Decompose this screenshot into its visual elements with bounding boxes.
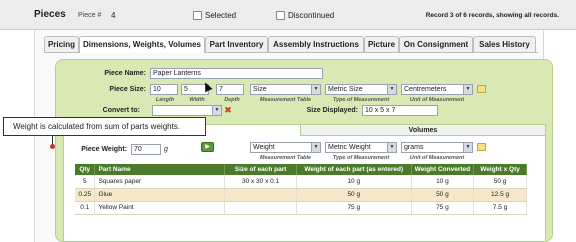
weight-tooltip: Weight is calculated from sum of parts w… [3, 117, 206, 136]
unit-of-measurement-caption: Unit of Measurement [409, 97, 465, 103]
chevron-down-icon: ▼ [387, 143, 396, 152]
weight-type-select[interactable]: Metric Weight ▼ [325, 142, 397, 153]
unit-of-measurement-select[interactable]: Centremeters ▼ [401, 84, 473, 95]
chevron-down-icon: ▼ [311, 85, 320, 94]
piece-name-label: Piece Name: [104, 70, 146, 77]
clear-icon[interactable]: ✖ [224, 106, 232, 115]
weight-unit-select[interactable]: grams ▼ [401, 142, 473, 153]
measurement-table-select[interactable]: Size ▼ [250, 84, 321, 95]
qty-cell: 5 [75, 175, 96, 189]
weight-converted-cell: 50 g [411, 188, 475, 202]
tab-pricing[interactable]: Pricing [44, 36, 79, 52]
calculate-weight-button[interactable]: ▶ [201, 142, 214, 152]
note-icon[interactable] [477, 143, 486, 151]
piece-weight-unit: g [164, 146, 168, 153]
record-count: Record 3 of 6 records, showing all recor… [425, 12, 559, 19]
piece-weight-label: Piece Weight: [81, 146, 127, 153]
tab-on-consignment[interactable]: On Consignment [399, 36, 473, 52]
piece-number-value: 4 [111, 11, 116, 20]
weight-entered-cell: 10 g [296, 175, 412, 189]
piece-name-input[interactable]: Paper Lanterns [150, 68, 323, 79]
size-displayed-label: Size Displayed: [306, 107, 358, 114]
selected-checkbox[interactable] [193, 11, 202, 20]
weight-x-qty-cell: 12.5 g [473, 188, 527, 202]
weight-converted-cell: 75 g [411, 201, 475, 215]
weight-unit-caption: Unit of Measurement [409, 155, 465, 161]
width-caption: Width [189, 97, 205, 103]
measurement-table-value: Size [253, 86, 267, 93]
column-header-weight-entered: Weight of each part (as entered) [296, 164, 412, 175]
qty-cell: 0.25 [75, 188, 96, 202]
discontinued-checkbox[interactable] [276, 11, 285, 20]
depth-input[interactable]: 7 [216, 84, 244, 95]
type-of-measurement-value: Metric Size [328, 86, 363, 93]
tab-part-inventory[interactable]: Part Inventory [205, 36, 268, 52]
chevron-down-icon: ▼ [311, 143, 320, 152]
piece-weight-input[interactable]: 70 [131, 144, 161, 155]
size-displayed-output: 10 x 5 x 7 [362, 105, 438, 116]
table-row[interactable]: 0.25 Glue 50 g 50 g 12.5 g [75, 188, 527, 202]
parts-weight-table: Qty Part Name Size of each part Weight o… [75, 164, 527, 215]
weight-table-value: Weight [253, 144, 275, 151]
table-row[interactable]: 0.1 Yellow Paint 75 g 75 g 7.5 g [75, 201, 527, 215]
weight-entered-cell: 50 g [296, 188, 412, 202]
tab-sales-history[interactable]: Sales History [473, 36, 536, 52]
weight-unit-value: grams [404, 144, 424, 151]
page-title: Pieces [34, 9, 66, 20]
column-header-qty: Qty [75, 164, 96, 175]
chevron-down-icon: ▼ [463, 85, 472, 94]
weight-type-caption: Type of Measurement [332, 155, 390, 161]
selected-label: Selected [205, 11, 237, 20]
piece-number-label: Piece # [78, 12, 102, 19]
convert-to-select[interactable]: ▼ [152, 105, 222, 116]
tab-assembly-instructions[interactable]: Assembly Instructions [268, 36, 364, 52]
depth-caption: Depth [224, 97, 240, 103]
weight-type-value: Metric Weight [328, 144, 371, 151]
weight-x-qty-cell: 7.5 g [473, 201, 527, 215]
weight-converted-cell: 10 g [411, 175, 475, 189]
size-cell [224, 188, 297, 202]
weight-entered-cell: 75 g [296, 201, 412, 215]
column-header-part-name: Part Name [94, 164, 226, 175]
part-name-cell: Glue [94, 188, 226, 202]
table-header-row: Qty Part Name Size of each part Weight o… [75, 164, 527, 175]
unit-of-measurement-value: Centremeters [404, 86, 447, 93]
column-header-weight-converted: Weight Converted [411, 164, 475, 175]
tab-picture[interactable]: Picture [364, 36, 399, 52]
size-cell: 30 x 30 x 0.1 [224, 175, 297, 189]
tooltip-pointer-dot [50, 144, 55, 149]
weight-table-caption: Measurement Table [259, 155, 312, 161]
size-cell [224, 201, 297, 215]
piece-size-label: Piece Size: [109, 86, 146, 93]
weight-table-select[interactable]: Weight ▼ [250, 142, 321, 153]
chevron-down-icon: ▼ [463, 143, 472, 152]
qty-cell: 0.1 [75, 201, 96, 215]
chevron-down-icon: ▼ [212, 106, 221, 115]
part-name-cell: Yellow Paint [94, 201, 226, 215]
chevron-down-icon: ▼ [387, 85, 396, 94]
measurement-table-caption: Measurement Table [259, 97, 312, 103]
weight-x-qty-cell: 50 g [473, 175, 527, 189]
convert-to-label: Convert to: [102, 107, 140, 114]
volumes-section-header[interactable]: Volumes [300, 124, 546, 136]
table-row[interactable]: 5 Squares paper 30 x 30 x 0.1 10 g 10 g … [75, 175, 527, 189]
length-caption: Length [155, 97, 175, 103]
tab-dimensions-weights-volumes[interactable]: Dimensions, Weights, Volumes [79, 36, 205, 53]
type-of-measurement-select[interactable]: Metric Size ▼ [325, 84, 397, 95]
column-header-weight-x-qty: Weight x Qty [473, 164, 527, 175]
note-icon[interactable] [477, 85, 486, 93]
type-of-measurement-caption: Type of Measurement [332, 97, 390, 103]
part-name-cell: Squares paper [94, 175, 226, 189]
column-header-size: Size of each part [224, 164, 297, 175]
discontinued-label: Discontinued [288, 11, 335, 20]
record-header: Pieces Piece # 4 Selected Discontinued R… [0, 0, 576, 30]
length-input[interactable]: 10 [150, 84, 178, 95]
